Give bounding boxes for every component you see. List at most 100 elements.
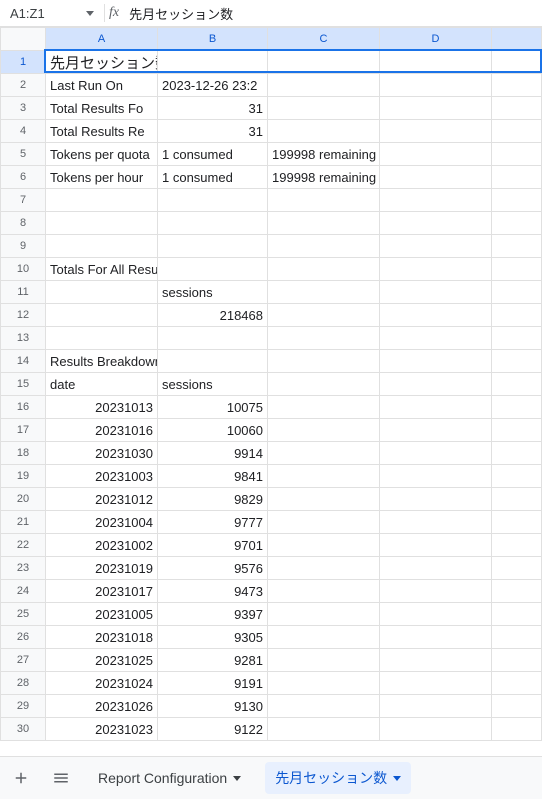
cell[interactable]: 199998 remaining [268,166,380,189]
table-row[interactable]: 7 [1,189,542,212]
cell[interactable] [268,304,380,327]
cell[interactable] [492,235,542,258]
table-row[interactable]: 27202310259281 [1,649,542,672]
cell[interactable] [492,534,542,557]
cell[interactable] [492,189,542,212]
row-header[interactable]: 26 [1,626,46,649]
cell[interactable] [46,281,158,304]
table-row[interactable]: 22202310029701 [1,534,542,557]
cell[interactable] [158,189,268,212]
table-row[interactable]: 6Tokens per hour1 consumed199998 remaini… [1,166,542,189]
cell[interactable] [268,373,380,396]
cell[interactable] [380,51,492,74]
cell[interactable]: 20231025 [46,649,158,672]
table-row[interactable]: 19202310039841 [1,465,542,488]
cell[interactable] [268,465,380,488]
cell[interactable] [380,534,492,557]
row-header[interactable]: 15 [1,373,46,396]
table-row[interactable]: 3Total Results Fo31 [1,97,542,120]
cell[interactable] [46,327,158,350]
cell[interactable]: 9914 [158,442,268,465]
name-box-dropdown-icon[interactable] [84,7,96,19]
table-row[interactable]: 23202310199576 [1,557,542,580]
row-header[interactable]: 3 [1,97,46,120]
table-row[interactable]: 24202310179473 [1,580,542,603]
cell[interactable] [492,442,542,465]
cell[interactable] [492,718,542,741]
cell[interactable]: 9281 [158,649,268,672]
col-header-C[interactable]: C [268,28,380,51]
row-header[interactable]: 10 [1,258,46,281]
cell[interactable] [158,51,268,74]
cell[interactable] [46,189,158,212]
row-header[interactable]: 17 [1,419,46,442]
cell[interactable] [492,649,542,672]
cell[interactable] [492,327,542,350]
cell[interactable] [268,718,380,741]
table-row[interactable]: 20202310129829 [1,488,542,511]
cell[interactable]: Total Results Re [46,120,158,143]
row-header[interactable]: 13 [1,327,46,350]
cell[interactable]: 1 consumed [158,143,268,166]
cell[interactable]: 9130 [158,695,268,718]
cell[interactable]: Last Run On [46,74,158,97]
cell[interactable] [158,235,268,258]
cell[interactable]: 199998 remaining [268,143,380,166]
cell[interactable]: 20231019 [46,557,158,580]
cell[interactable] [380,695,492,718]
cell[interactable]: 9576 [158,557,268,580]
cell[interactable] [268,419,380,442]
cell[interactable] [268,672,380,695]
row-header[interactable]: 11 [1,281,46,304]
cell[interactable] [268,258,380,281]
table-row[interactable]: 5Tokens per quota1 consumed199998 remain… [1,143,542,166]
cell[interactable] [492,143,542,166]
cell[interactable]: Total Results Fo [46,97,158,120]
tab-report-configuration[interactable]: Report Configuration [88,764,251,792]
cell[interactable] [158,327,268,350]
row-header[interactable]: 4 [1,120,46,143]
cell[interactable] [268,350,380,373]
cell[interactable]: 20231017 [46,580,158,603]
row-header[interactable]: 1 [1,51,46,74]
cell[interactable] [268,327,380,350]
row-header[interactable]: 20 [1,488,46,511]
cell[interactable] [380,718,492,741]
cell[interactable]: 9841 [158,465,268,488]
row-header[interactable]: 29 [1,695,46,718]
table-row[interactable]: 8 [1,212,542,235]
cell[interactable] [380,649,492,672]
cell[interactable] [380,166,492,189]
cell[interactable] [380,511,492,534]
row-header[interactable]: 21 [1,511,46,534]
table-row[interactable]: 15datesessions [1,373,542,396]
cell[interactable]: 9397 [158,603,268,626]
cell[interactable] [268,603,380,626]
cell[interactable]: 20231013 [46,396,158,419]
cell[interactable] [492,580,542,603]
cell[interactable]: 1 consumed [158,166,268,189]
cell[interactable] [492,373,542,396]
cell[interactable] [158,212,268,235]
cell[interactable] [492,350,542,373]
cell[interactable]: 先月セッション数 [46,51,158,74]
select-all-corner[interactable] [1,28,46,51]
cell[interactable]: 218468 [158,304,268,327]
cell[interactable] [46,235,158,258]
cell[interactable] [380,672,492,695]
cell[interactable] [492,396,542,419]
cell[interactable] [492,281,542,304]
cell[interactable]: date [46,373,158,396]
cell[interactable] [492,74,542,97]
cell[interactable]: 20231003 [46,465,158,488]
col-header-extra[interactable] [492,28,542,51]
cell[interactable] [380,396,492,419]
cell[interactable]: Tokens per quota [46,143,158,166]
cell[interactable] [380,212,492,235]
col-header-B[interactable]: B [158,28,268,51]
table-row[interactable]: 12218468 [1,304,542,327]
cell[interactable] [492,258,542,281]
cell[interactable]: Tokens per hour [46,166,158,189]
cell[interactable] [268,580,380,603]
row-header[interactable]: 25 [1,603,46,626]
